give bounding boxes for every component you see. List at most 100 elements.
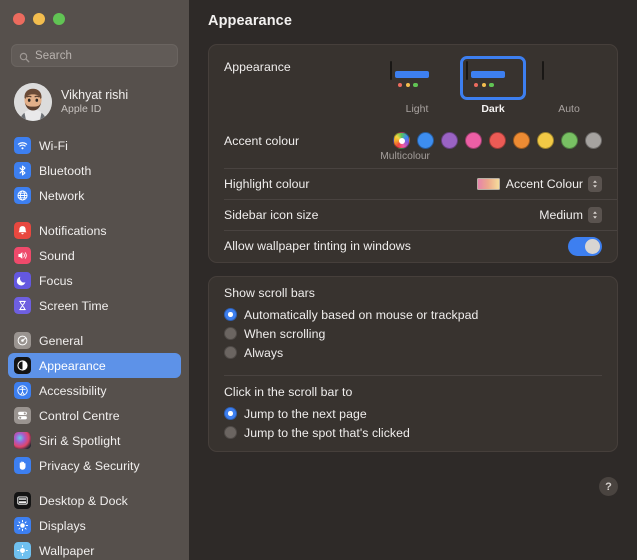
sidebar-item-label: Network <box>39 188 85 203</box>
bell-icon <box>14 222 31 239</box>
sidebar-icon-size-value: Medium <box>539 207 583 222</box>
theme-thumbnail-dark <box>460 56 526 100</box>
nav-group-alerts: Notifications Sound Focus Screen Time <box>8 218 181 318</box>
sidebar-item-siri-spotlight[interactable]: Siri & Spotlight <box>8 428 181 453</box>
theme-option-dark[interactable]: Dark <box>460 56 526 115</box>
accent-swatch-green[interactable] <box>561 132 578 149</box>
accent-swatch-red[interactable] <box>489 132 506 149</box>
theme-option-auto[interactable]: Auto <box>536 56 602 115</box>
accent-colour-label: Accent colour <box>224 133 300 148</box>
sidebar-item-displays[interactable]: Displays <box>8 513 181 538</box>
accent-colour-caption: Multicolour <box>380 151 430 162</box>
sidebar-item-desktop-dock[interactable]: Desktop & Dock <box>8 488 181 513</box>
radio-option-automatic[interactable]: Automatically based on mouse or trackpad <box>224 305 602 324</box>
sidebar-item-network[interactable]: Network <box>8 183 181 208</box>
radio-option-next-page[interactable]: Jump to the next page <box>224 404 602 423</box>
content-pane: Appearance Appearance Light Dark Auto Ac… <box>189 0 637 560</box>
sidebar-item-bluetooth[interactable]: Bluetooth <box>8 158 181 183</box>
sidebar: Search Vikhyat rishi Apple ID Wi-Fi Blue… <box>0 0 189 560</box>
accent-swatch-multicolour[interactable] <box>393 132 410 149</box>
scroll-bar-click-title: Click in the scroll bar to <box>224 385 353 399</box>
avatar <box>14 83 52 121</box>
sidebar-item-wallpaper[interactable]: Wallpaper <box>8 538 181 560</box>
wallpaper-tinting-toggle[interactable] <box>568 236 602 256</box>
radio-label: Jump to the next page <box>244 406 367 421</box>
control-centre-icon <box>14 407 31 424</box>
radio-option-always[interactable]: Always <box>224 343 602 362</box>
sidebar-item-general[interactable]: General <box>8 328 181 353</box>
maximize-button[interactable] <box>53 13 65 25</box>
sidebar-item-label: Desktop & Dock <box>39 493 128 508</box>
sidebar-item-label: Wi-Fi <box>39 138 68 153</box>
accessibility-icon <box>14 382 31 399</box>
show-scroll-bars-title: Show scroll bars <box>224 286 316 300</box>
nav-group-system: General Appearance Accessibility Control… <box>8 328 181 478</box>
sidebar-item-screen-time[interactable]: Screen Time <box>8 293 181 318</box>
appearance-label: Appearance <box>224 60 291 74</box>
brightness-icon <box>14 517 31 534</box>
sidebar-item-label: Siri & Spotlight <box>39 433 121 448</box>
hand-icon <box>14 457 31 474</box>
accent-swatch-yellow[interactable] <box>537 132 554 149</box>
sidebar-item-label: Displays <box>39 518 86 533</box>
sidebar-item-accessibility[interactable]: Accessibility <box>8 378 181 403</box>
sidebar-item-appearance[interactable]: Appearance <box>8 353 181 378</box>
account-text: Vikhyat rishi Apple ID <box>61 88 128 116</box>
highlight-colour-picker[interactable]: Accent Colour <box>476 175 602 192</box>
sidebar-item-focus[interactable]: Focus <box>8 268 181 293</box>
sidebar-icon-size-label: Sidebar icon size <box>224 207 319 222</box>
sidebar-item-label: Notifications <box>39 223 107 238</box>
scroll-bars-card: Show scroll bars Automatically based on … <box>208 276 618 452</box>
radio-button[interactable] <box>224 426 237 439</box>
accent-swatch-purple[interactable] <box>441 132 458 149</box>
moon-icon <box>14 272 31 289</box>
wallpaper-tinting-label: Allow wallpaper tinting in windows <box>224 239 411 253</box>
radio-button[interactable] <box>224 327 237 340</box>
appearance-card: Appearance Light Dark Auto Accent colour… <box>208 44 618 263</box>
radio-button[interactable] <box>224 407 237 420</box>
theme-option-light[interactable]: Light <box>384 56 450 115</box>
accent-swatch-blue[interactable] <box>417 132 434 149</box>
sidebar-item-label: Bluetooth <box>39 163 92 178</box>
radio-button[interactable] <box>224 308 237 321</box>
sidebar-item-sound[interactable]: Sound <box>8 243 181 268</box>
account-row[interactable]: Vikhyat rishi Apple ID <box>8 78 181 126</box>
close-button[interactable] <box>13 13 25 25</box>
sidebar-icon-size-picker[interactable]: Medium <box>539 206 602 223</box>
nav-group-network: Wi-Fi Bluetooth Network <box>8 133 181 208</box>
chevron-updown-icon <box>588 206 602 223</box>
chevron-updown-icon <box>588 175 602 192</box>
system-settings-window: Search Vikhyat rishi Apple ID Wi-Fi Blue… <box>0 0 637 560</box>
accent-swatch-graphite[interactable] <box>585 132 602 149</box>
accent-swatches <box>393 132 602 149</box>
sidebar-item-label: Appearance <box>39 358 106 373</box>
sidebar-nav: Wi-Fi Bluetooth Network Notifications So… <box>0 133 189 560</box>
globe-icon <box>14 187 31 204</box>
search-input[interactable]: Search <box>11 44 178 67</box>
sidebar-item-label: General <box>39 333 84 348</box>
scroll-bar-click-group: Click in the scroll bar to Jump to the n… <box>209 376 617 451</box>
sidebar-item-wi-fi[interactable]: Wi-Fi <box>8 133 181 158</box>
account-subtitle: Apple ID <box>61 103 102 115</box>
radio-option-spot-clicked[interactable]: Jump to the spot that's clicked <box>224 423 602 442</box>
sidebar-item-control-centre[interactable]: Control Centre <box>8 403 181 428</box>
nav-group-desktop: Desktop & Dock Displays Wallpaper <box>8 488 181 560</box>
accent-swatch-orange[interactable] <box>513 132 530 149</box>
radio-option-when-scrolling[interactable]: When scrolling <box>224 324 602 343</box>
sidebar-item-notifications[interactable]: Notifications <box>8 218 181 243</box>
siri-icon <box>14 432 31 449</box>
wallpaper-tinting-row: Allow wallpaper tinting in windows <box>209 230 617 262</box>
sidebar-item-label: Screen Time <box>39 298 109 313</box>
appearance-icon <box>14 357 31 374</box>
radio-button[interactable] <box>224 346 237 359</box>
speaker-icon <box>14 247 31 264</box>
help-button[interactable]: ? <box>599 477 618 496</box>
window-controls <box>0 0 189 34</box>
sidebar-item-label: Accessibility <box>39 383 107 398</box>
minimize-button[interactable] <box>33 13 45 25</box>
accent-swatch-pink[interactable] <box>465 132 482 149</box>
radio-label: Jump to the spot that's clicked <box>244 425 410 440</box>
page-title: Appearance <box>208 13 293 29</box>
radio-label: Always <box>244 345 284 360</box>
sidebar-item-privacy-security[interactable]: Privacy & Security <box>8 453 181 478</box>
